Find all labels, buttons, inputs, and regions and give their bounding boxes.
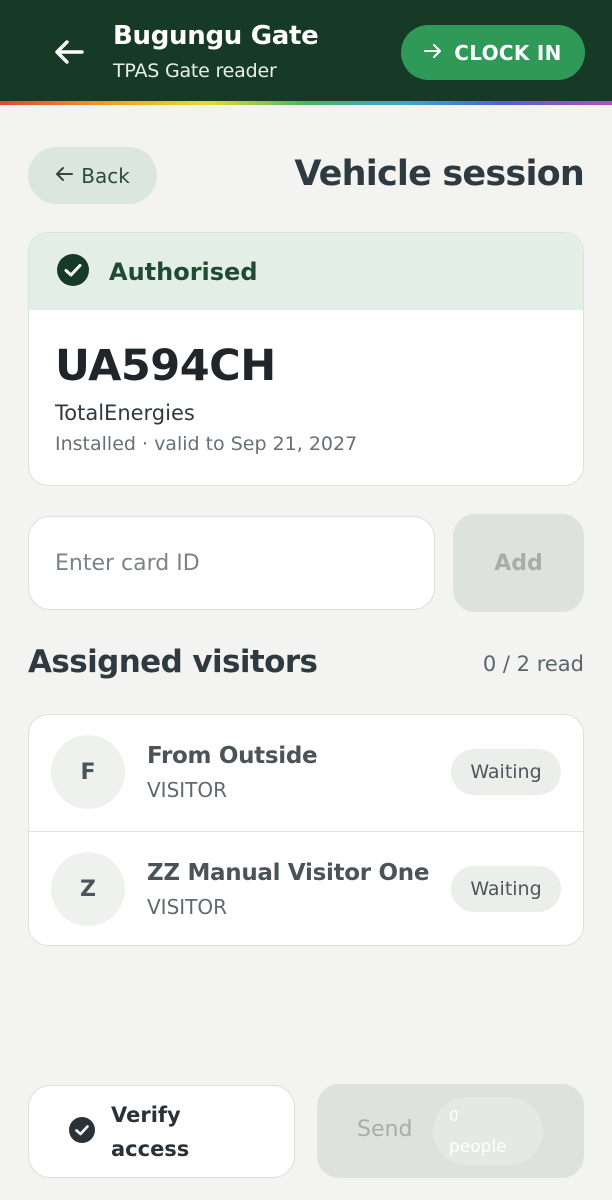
- verify-access-label: Verify access: [111, 1098, 189, 1166]
- authorisation-status: Authorised: [29, 233, 583, 310]
- plate-number: UA594CH: [55, 341, 276, 391]
- status-badge: Waiting: [451, 749, 561, 795]
- people-count: 0: [449, 1107, 459, 1125]
- people-label: people: [449, 1137, 507, 1157]
- gate-title: Bugungu Gate: [113, 21, 319, 51]
- arrow-right-icon: [424, 43, 442, 63]
- visitor-row[interactable]: Z ZZ Manual Visitor One VISITOR Waiting: [29, 831, 583, 945]
- gate-subtitle: TPAS Gate reader: [113, 60, 277, 82]
- visitor-role: VISITOR: [147, 895, 228, 919]
- back-arrow-icon[interactable]: [50, 34, 88, 70]
- arrow-left-icon: [55, 166, 74, 186]
- page-title: Vehicle session: [294, 154, 584, 194]
- clock-in-label: CLOCK IN: [454, 40, 562, 65]
- check-circle-icon: [69, 1116, 95, 1147]
- visitor-name: From Outside: [147, 743, 318, 769]
- back-button[interactable]: Back: [28, 147, 157, 204]
- visitor-list: F From Outside VISITOR Waiting Z ZZ Manu…: [28, 714, 584, 946]
- avatar: Z: [51, 852, 125, 926]
- card-id-input[interactable]: [28, 516, 435, 610]
- check-circle-icon: [57, 253, 89, 290]
- vehicle-card: Authorised UA594CH TotalEnergies Install…: [28, 232, 584, 486]
- visitors-heading: Assigned visitors: [28, 644, 318, 680]
- read-count: 0 / 2 read: [482, 652, 584, 676]
- send-label: Send: [357, 1117, 413, 1142]
- status-badge: Waiting: [451, 866, 561, 912]
- verify-access-button[interactable]: Verify access: [28, 1085, 295, 1178]
- company-name: TotalEnergies: [55, 401, 195, 425]
- people-count-badge: 0 people: [433, 1097, 543, 1165]
- status-label: Authorised: [109, 257, 258, 286]
- send-button[interactable]: Send 0 people: [317, 1084, 584, 1178]
- verify-label-line1: Verify: [111, 1102, 181, 1127]
- clock-in-button[interactable]: CLOCK IN: [401, 25, 585, 80]
- visitor-row[interactable]: F From Outside VISITOR Waiting: [29, 715, 583, 831]
- validity-text: Installed · valid to Sep 21, 2027: [55, 433, 358, 455]
- visitor-role: VISITOR: [147, 778, 228, 802]
- add-card-button[interactable]: Add: [453, 514, 584, 612]
- app-header: Bugungu Gate TPAS Gate reader CLOCK IN: [0, 0, 612, 101]
- visitor-name: ZZ Manual Visitor One: [147, 860, 430, 886]
- rainbow-divider: [0, 101, 612, 105]
- back-label: Back: [81, 163, 130, 188]
- avatar: F: [51, 735, 125, 809]
- verify-label-line2: access: [111, 1136, 190, 1161]
